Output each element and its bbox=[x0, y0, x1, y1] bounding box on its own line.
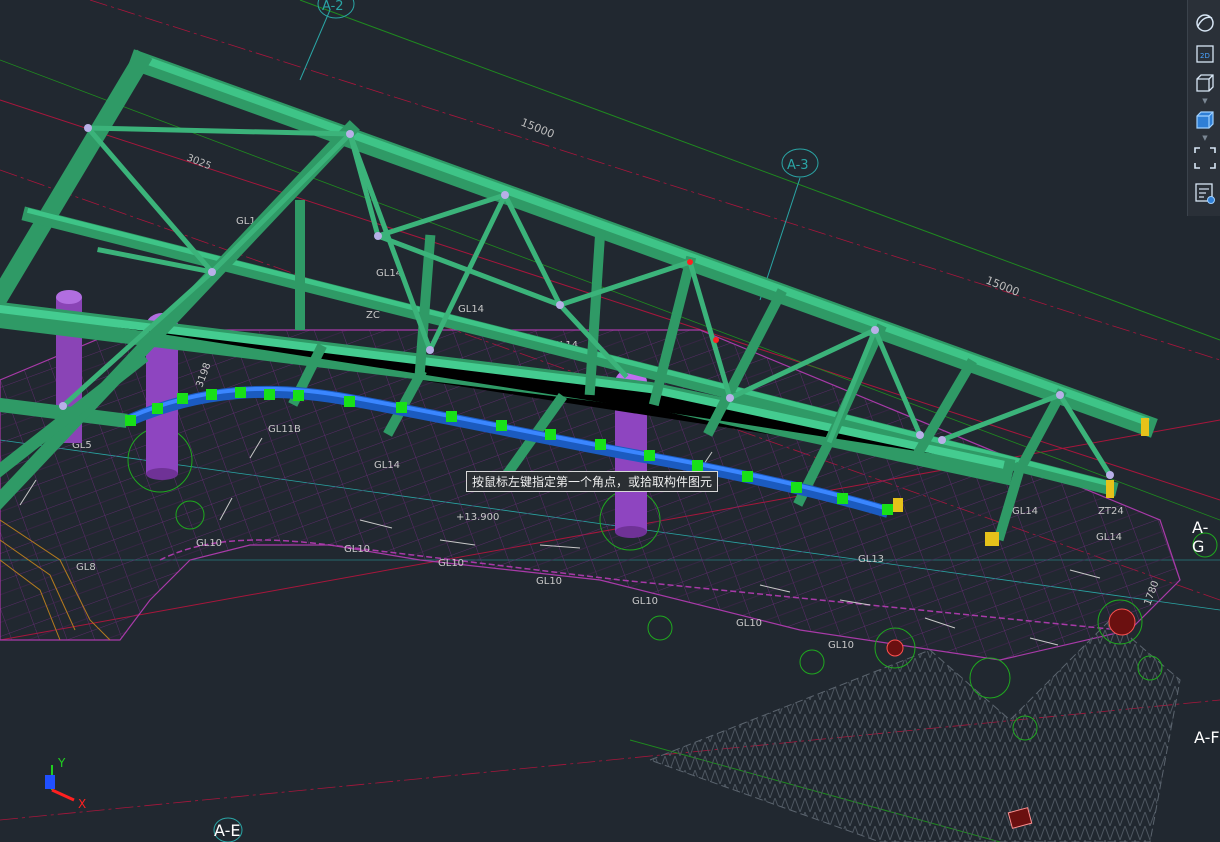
cad-3d-viewport[interactable]: A-2 A-3 15000 15000 3025 GL5 GL8 GL10 GL… bbox=[0, 0, 1220, 842]
dimension-text: 3025 bbox=[185, 153, 213, 173]
zoom-extents-icon bbox=[1194, 147, 1216, 169]
footing-circle bbox=[969, 657, 1011, 699]
beam-label: GL10 bbox=[736, 618, 762, 629]
beam-label: GL13 bbox=[858, 554, 884, 565]
dimension-text: 15000 bbox=[984, 274, 1021, 299]
view-3d-wireframe-icon bbox=[1196, 74, 1214, 92]
beam-label: GL10 bbox=[438, 558, 464, 569]
footing-circle bbox=[647, 615, 673, 641]
beam-label: GL14 bbox=[374, 460, 400, 471]
stair-region[interactable] bbox=[648, 619, 1181, 842]
pile-cap bbox=[1108, 608, 1136, 636]
grid-label-af: A-F bbox=[1194, 728, 1220, 747]
ucs-axis-icon: Y X bbox=[45, 756, 86, 811]
pile-cap bbox=[886, 639, 904, 657]
beam-label: GL10 bbox=[828, 640, 854, 651]
view-3d-wireframe-button[interactable] bbox=[1192, 70, 1218, 96]
orbit-button[interactable] bbox=[1192, 10, 1218, 36]
beam-label: ZT24 bbox=[1098, 506, 1124, 517]
grid-bubble-a3: A-3 bbox=[787, 158, 809, 173]
axis-x-label: X bbox=[78, 797, 86, 811]
beam-label: GL8 bbox=[76, 562, 96, 573]
footing-circle bbox=[799, 649, 825, 675]
grid-label-ae: A-E bbox=[214, 821, 241, 840]
toolbar-separator: ▼ bbox=[1202, 134, 1208, 142]
model-canvas[interactable]: A-2 A-3 15000 15000 3025 GL5 GL8 GL10 GL… bbox=[0, 0, 1220, 842]
toolbar-separator: ▼ bbox=[1202, 97, 1208, 105]
beam-label: GL10 bbox=[536, 576, 562, 587]
dimension-text: 15000 bbox=[519, 116, 556, 141]
beam-label: ZC bbox=[366, 310, 380, 321]
beam-label: GL14 bbox=[1012, 506, 1038, 517]
beam-label: GL10 bbox=[344, 544, 370, 555]
view-2d-button[interactable]: 2D bbox=[1192, 41, 1218, 67]
beam-label: GL14 bbox=[1096, 532, 1122, 543]
view-3d-solid-icon bbox=[1196, 111, 1214, 129]
view-2d-icon: 2D bbox=[1196, 45, 1214, 63]
beam-label: GL11B bbox=[268, 424, 301, 435]
zoom-extents-button[interactable] bbox=[1192, 145, 1218, 171]
properties-view-icon bbox=[1195, 183, 1215, 204]
svg-text:2D: 2D bbox=[1200, 52, 1210, 60]
grid-bubble-a2: A-2 bbox=[322, 0, 344, 14]
axis-y-label: Y bbox=[57, 756, 66, 770]
beam-label: GL14 bbox=[458, 304, 484, 315]
beam-label: GL10 bbox=[196, 538, 222, 549]
elevation-label: +13.900 bbox=[456, 512, 499, 523]
view-toolbar: 2D ▼ ▼ bbox=[1187, 0, 1220, 216]
grid-label-ag: A-G bbox=[1192, 518, 1209, 556]
view-3d-solid-button[interactable] bbox=[1192, 107, 1218, 133]
command-prompt-tooltip: 按鼠标左键指定第一个角点，或拾取构件图元 bbox=[466, 471, 719, 492]
properties-view-button[interactable] bbox=[1192, 180, 1218, 206]
orbit-icon bbox=[1196, 14, 1214, 32]
beam-label: GL10 bbox=[632, 596, 658, 607]
